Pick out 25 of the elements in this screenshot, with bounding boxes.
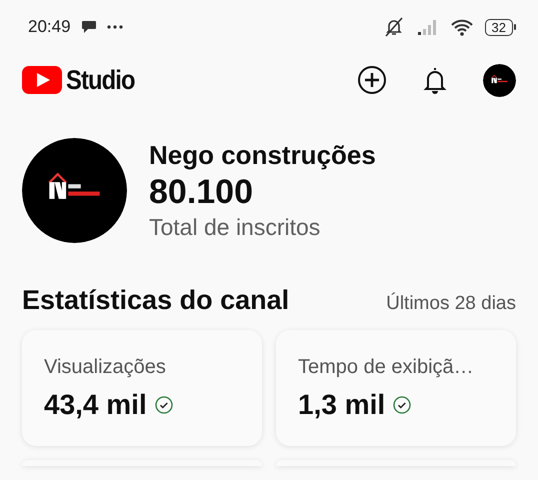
stat-value: 43,4 mil <box>44 389 147 421</box>
period-label: Últimos 28 dias <box>386 293 516 315</box>
clock-time: 20:49 <box>28 17 71 37</box>
studio-logo-text: Studio <box>66 64 135 96</box>
channel-name: Nego construções <box>149 140 376 171</box>
signal-icon <box>416 19 439 35</box>
stat-label: Visualizações <box>44 356 166 379</box>
subscriber-count: 80.100 <box>149 173 254 212</box>
check-circle-icon <box>393 396 412 414</box>
muted-bell-icon <box>382 17 405 37</box>
play-logo-icon <box>22 66 62 94</box>
more-icon <box>106 25 123 29</box>
section-title: Estatísticas do canal <box>22 285 290 316</box>
subscriber-label: Total de inscritos <box>149 214 322 241</box>
notifications-icon[interactable] <box>423 66 447 94</box>
account-avatar[interactable] <box>483 64 516 96</box>
add-icon[interactable] <box>357 65 387 95</box>
chat-icon <box>80 20 97 34</box>
wifi-icon <box>450 18 473 36</box>
stat-card[interactable]: Visualizações 43,4 mil <box>22 330 262 446</box>
stat-label: Tempo de exibiçã… <box>298 356 474 379</box>
stat-value: 1,3 mil <box>298 389 386 421</box>
stat-card[interactable]: Tempo de exibiçã… 1,3 mil <box>276 330 516 446</box>
check-circle-icon <box>154 396 173 414</box>
battery-level: 32 <box>484 18 513 36</box>
